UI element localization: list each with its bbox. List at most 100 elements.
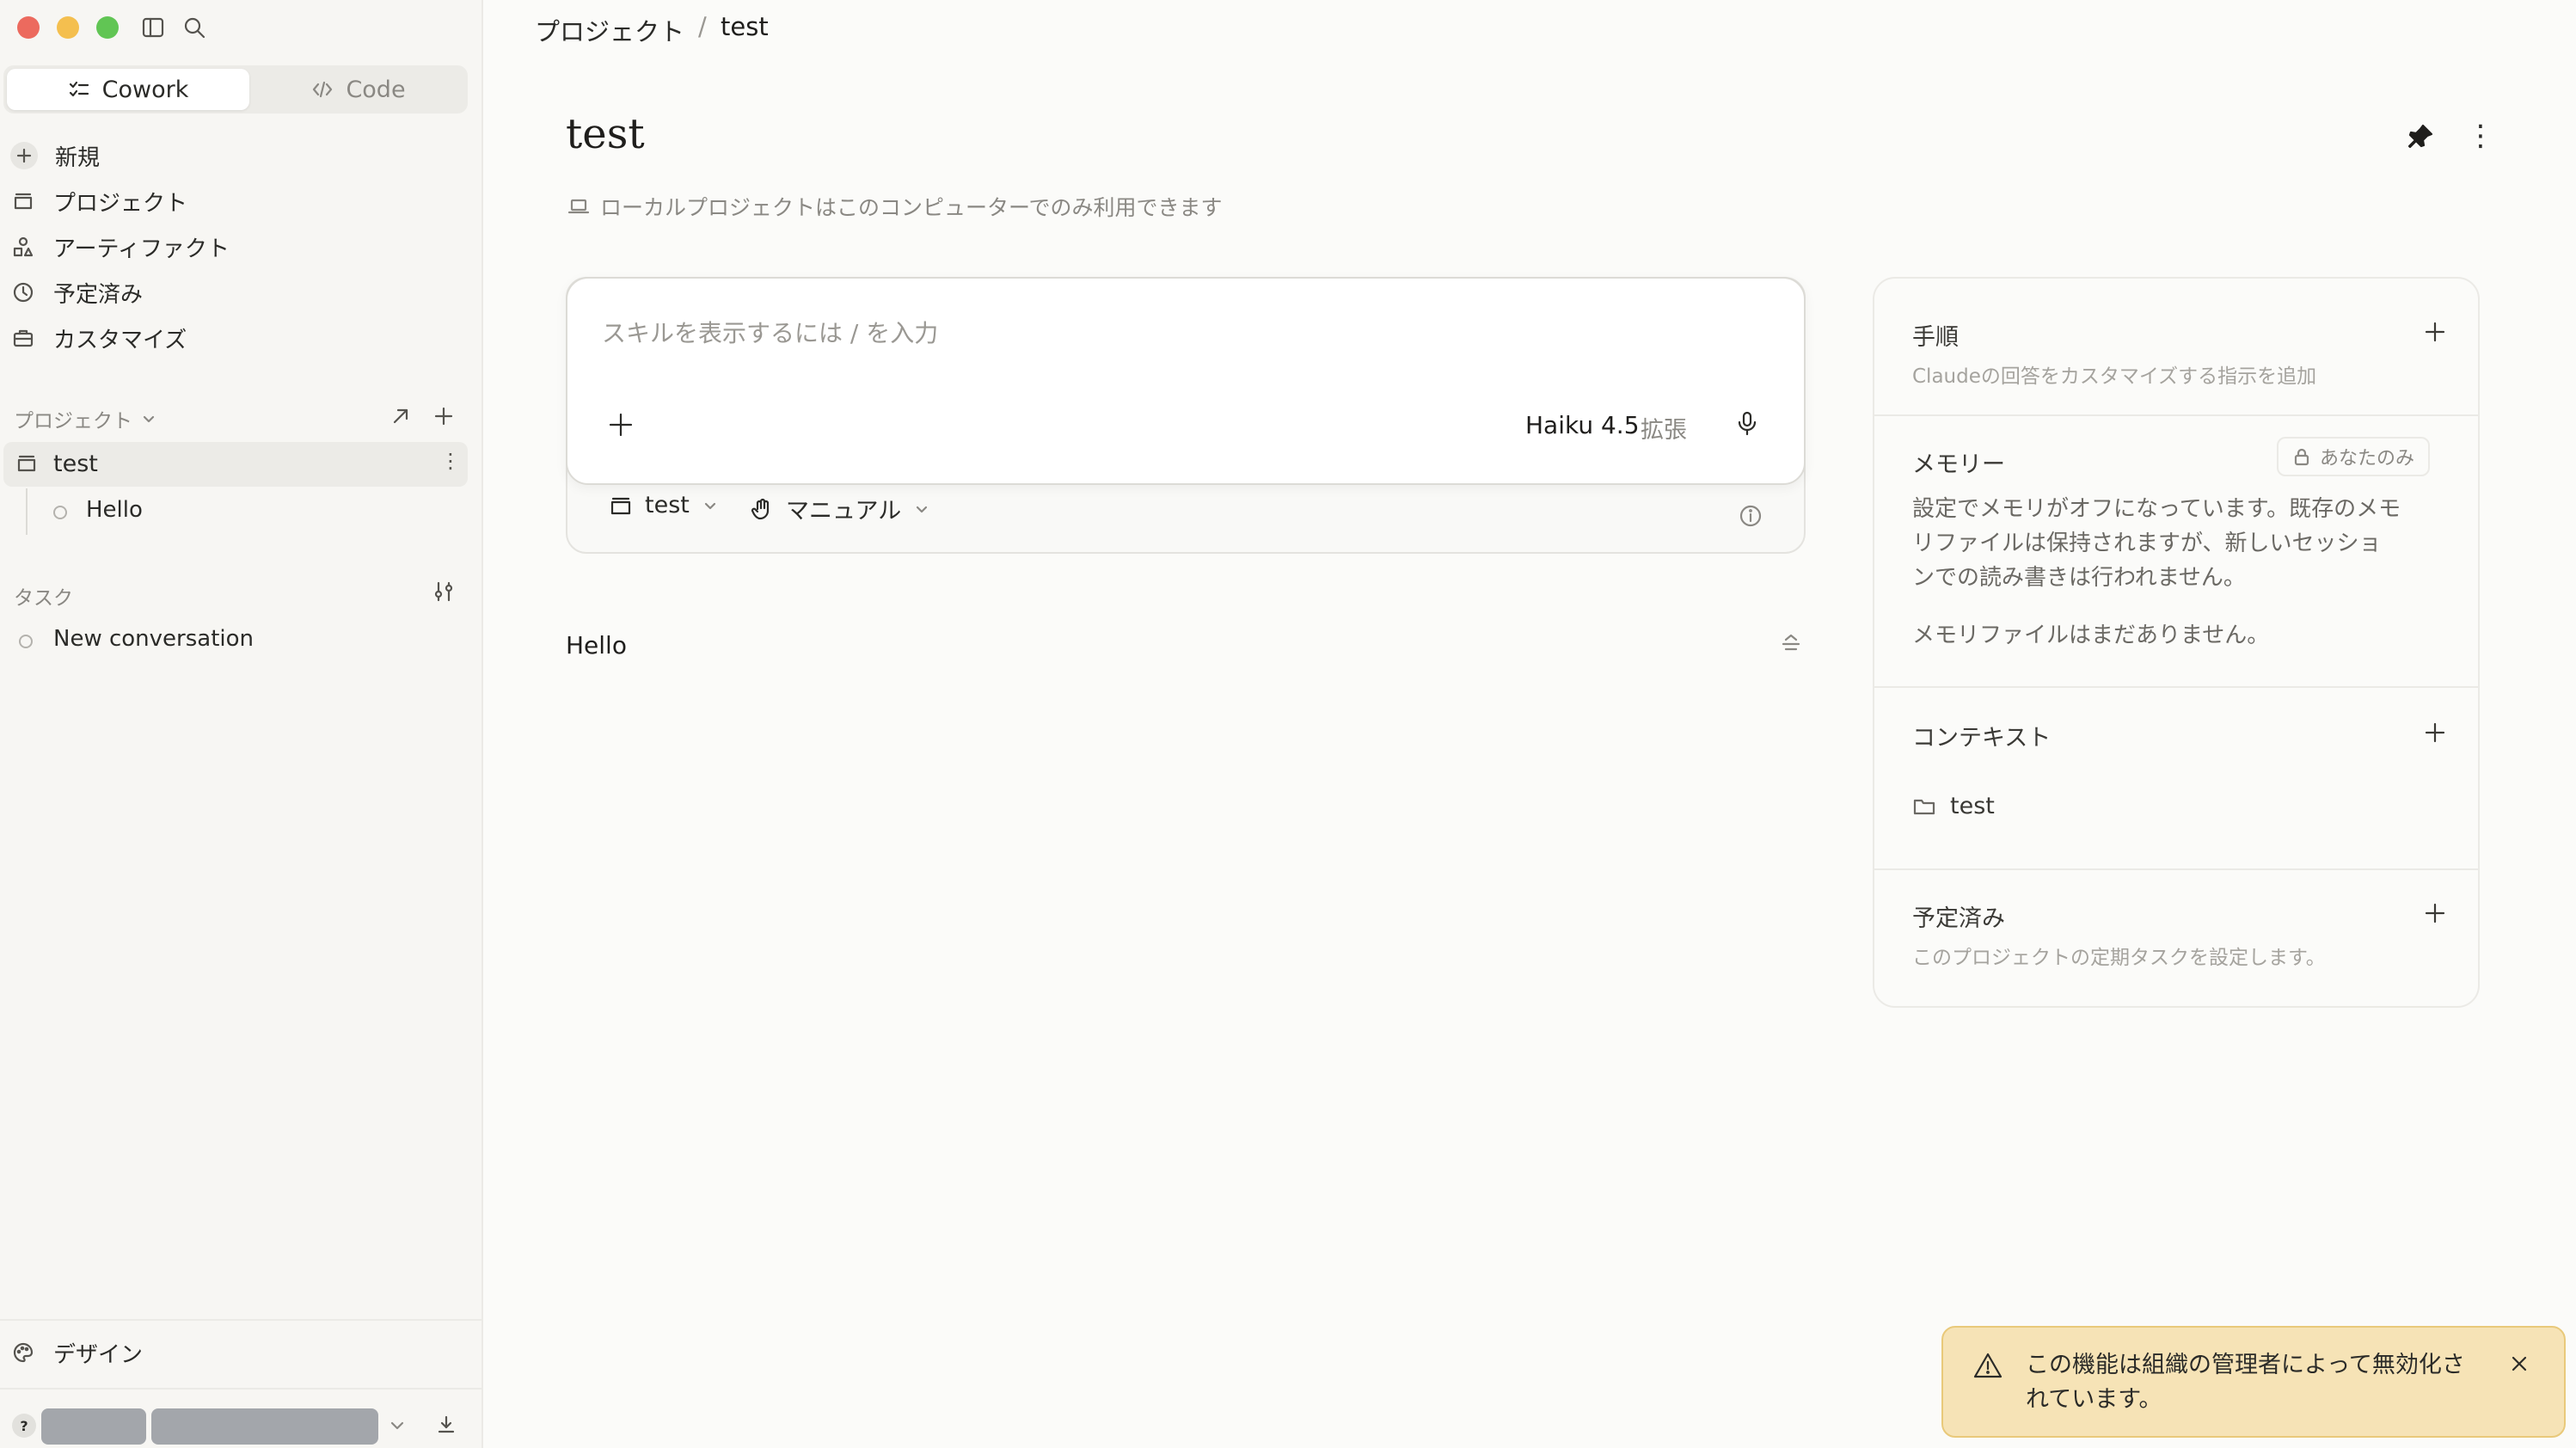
scheduled-title: 予定済み [1912,905,2005,932]
nav-scheduled[interactable]: 予定済み [10,271,143,314]
lock-icon [2292,447,2311,466]
chevron-down-icon [702,497,719,514]
conversation-item-hello[interactable]: Hello [566,631,627,660]
add-scheduled-task-icon[interactable] [2421,899,2449,927]
toast-message-line: この機能は組織の管理者によって無効化さ [2026,1352,2465,1378]
more-options-icon[interactable]: ⋮ [440,449,461,473]
palette-icon [10,1340,36,1365]
composer-input[interactable]: スキルを表示するには / を入力 [602,315,938,349]
folder-icon [609,494,633,518]
account-name-redacted[interactable] [41,1408,146,1445]
context-section: コンテキスト test [1874,686,2478,870]
memory-status-line: リファイルは保持されますが、新しいセッショ [1912,531,2382,556]
close-window-button[interactable] [17,16,40,39]
sort-icon[interactable] [1778,631,1804,657]
sidebar-toggle-icon[interactable] [141,15,165,40]
visibility-badge-label: あなたのみ [2320,448,2415,469]
nav-scheduled-label: 予定済み [53,281,144,308]
tab-code[interactable]: Code [253,69,464,110]
projects-section-header[interactable]: プロジェクト [14,404,156,433]
filter-icon[interactable] [432,580,456,604]
breadcrumb-current: test [721,12,769,41]
microphone-icon[interactable] [1733,409,1761,437]
close-icon[interactable] [2507,1352,2531,1376]
account-email-redacted[interactable] [151,1408,378,1445]
extended-mode-toggle[interactable]: 拡張 [1641,411,1687,445]
local-project-note: ローカルプロジェクトはこのコンピューターでのみ利用できます [567,191,1223,222]
open-projects-icon[interactable] [390,406,411,426]
folder-icon [15,452,38,475]
project-child-hello[interactable]: Hello [86,497,143,523]
circle-icon [19,635,33,648]
add-attachment-icon[interactable] [607,411,635,439]
search-icon[interactable] [182,15,206,40]
circle-icon [53,506,67,519]
project-selector[interactable]: test [609,492,719,518]
help-button[interactable]: ? [12,1414,36,1438]
permission-selector[interactable]: マニュアル [750,492,930,525]
chevron-down-icon [141,411,156,426]
nav-design-label: デザイン [53,1341,144,1368]
nav-customize-label: カスタマイズ [53,327,187,353]
tree-line [26,488,28,535]
permission-selector-label: マニュアル [786,498,902,525]
memory-status-line: ンでの読み書きは行われません。 [1912,565,2246,591]
folder-icon [10,188,36,214]
mode-switcher: Cowork Code [3,65,468,114]
model-selector[interactable]: Haiku 4.5 [1525,411,1640,439]
project-selector-label: test [645,492,690,518]
laptop-icon [567,195,590,218]
local-project-note-text: ローカルプロジェクトはこのコンピューターでのみ利用できます [600,195,1223,220]
add-project-icon[interactable] [433,406,454,426]
nav-projects[interactable]: プロジェクト [10,180,187,223]
tab-cowork-label: Cowork [101,76,189,103]
add-context-icon[interactable] [2421,719,2449,746]
nav-design[interactable]: デザイン [10,1331,143,1374]
folder-icon [1912,795,1936,819]
download-icon[interactable] [435,1414,457,1436]
nav-customize[interactable]: カスタマイズ [10,316,187,359]
chevron-down-icon [913,500,930,518]
context-folder-label: test [1950,793,1995,819]
composer[interactable]: スキルを表示するには / を入力 Haiku 4.5 拡張 [566,277,1806,485]
checklist-icon [68,78,90,101]
plus-icon [10,142,38,169]
add-instructions-icon[interactable] [2421,318,2449,346]
tab-cowork[interactable]: Cowork [7,69,249,110]
hand-icon [750,497,774,521]
tasks-section-label: タスク [14,587,73,610]
nav-projects-label: プロジェクト [53,190,188,217]
project-details-panel: 手順 Claudeの回答をカスタマイズする指示を追加 メモリー あなたのみ 設定… [1873,277,2480,1008]
minimize-window-button[interactable] [57,16,79,39]
memory-section: メモリー あなたのみ 設定でメモリがオフになっています。既存のメモ リファイルは… [1874,414,2478,688]
more-options-icon[interactable]: ⋮ [2466,119,2495,153]
info-icon[interactable] [1739,504,1763,528]
instructions-title: 手順 [1912,324,1959,351]
project-item-label: test [53,451,98,477]
tab-code-label: Code [346,76,406,103]
sidebar: Cowork Code 新規 プロジェクト アーティファクト 予定済み カスタマ… [0,0,483,1448]
nav-new-label: 新規 [55,144,101,171]
memory-status-line: 設定でメモリがオフになっています。既存のメモ [1912,496,2401,522]
divider [0,1319,481,1321]
memory-empty-text: メモリファイルはまだありません。 [1912,623,2270,648]
toast-message-line: れています。 [2026,1386,2162,1413]
memory-status-text: 設定でメモリがオフになっています。既存のメモ リファイルは保持されますが、新しい… [1912,492,2401,595]
project-item-test[interactable]: test ⋮ [3,442,468,487]
scheduled-section: 予定済み このプロジェクトの定期タスクを設定します。 [1874,868,2478,1006]
breadcrumb-parent[interactable]: プロジェクト [535,12,684,48]
instructions-section: 手順 Claudeの回答をカスタマイズする指示を追加 [1874,279,2478,416]
visibility-badge: あなたのみ [2277,437,2431,476]
breadcrumb-separator: / [698,12,707,41]
pin-icon[interactable] [2406,122,2435,151]
context-folder-item[interactable]: test [1912,793,1995,819]
nav-new[interactable]: 新規 [10,134,100,177]
nav-artifacts[interactable]: アーティファクト [10,225,230,268]
clock-icon [10,279,36,305]
toast-message: この機能は組織の管理者によって無効化さ れています。 [2026,1348,2465,1417]
chevron-down-icon[interactable] [387,1415,408,1436]
projects-section-label: プロジェクト [14,410,132,433]
scheduled-description: このプロジェクトの定期タスクを設定します。 [1912,947,2326,969]
maximize-window-button[interactable] [96,16,119,39]
task-new-conversation[interactable]: New conversation [53,626,254,652]
